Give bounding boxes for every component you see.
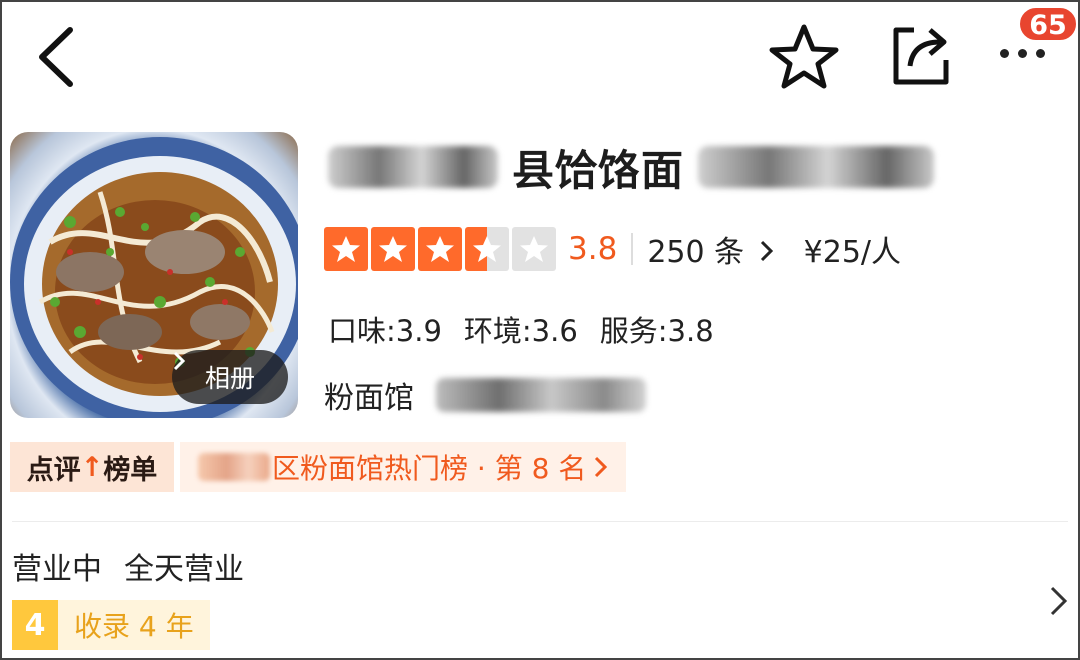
taste-score: 口味:3.9 bbox=[328, 314, 442, 348]
environment-score: 环境:3.6 bbox=[463, 314, 578, 348]
shop-title: 县饸饹面 bbox=[328, 132, 935, 202]
chevron-right-icon bbox=[760, 240, 773, 262]
category-label: 粉面馆 bbox=[324, 381, 414, 416]
favorite-button[interactable] bbox=[768, 22, 840, 90]
star-icon bbox=[324, 227, 368, 271]
more-dots-icon bbox=[1000, 49, 1045, 58]
price-per-person: ¥25/人 bbox=[803, 235, 902, 270]
star-outline-icon bbox=[769, 24, 839, 89]
star-icon bbox=[371, 227, 415, 271]
star-icon bbox=[418, 227, 462, 271]
empty-star-icon bbox=[512, 227, 556, 271]
share-button[interactable] bbox=[888, 22, 954, 88]
ranking-text: 区粉面馆热门榜 · 第 8 名 bbox=[272, 452, 587, 485]
chevron-left-icon bbox=[39, 27, 73, 87]
business-hours[interactable]: 营业中 全天营业 bbox=[12, 544, 244, 588]
chevron-right-icon bbox=[1050, 586, 1068, 616]
hours-details-button[interactable] bbox=[1046, 584, 1072, 618]
ranking-description: 区粉面馆热门榜 · 第 8 名 bbox=[180, 442, 627, 492]
notification-badge: 65 bbox=[1018, 6, 1078, 42]
shop-photo[interactable]: 相册 bbox=[10, 132, 298, 418]
divider bbox=[631, 233, 634, 265]
share-icon bbox=[893, 27, 949, 85]
rating-score: 3.8 bbox=[568, 231, 618, 267]
years-number: 4 bbox=[12, 600, 58, 650]
review-count: 250 条 bbox=[647, 235, 745, 270]
rating-row: 3.8 250 条 ¥25/人 bbox=[324, 226, 901, 272]
open-status: 营业中 bbox=[12, 552, 102, 587]
redacted-location bbox=[436, 378, 646, 412]
ranking-tag-part2: 榜单 bbox=[103, 454, 158, 486]
shop-detail-card: 65 相册 县饸饹面 3.8 250 条 ¥25/人 口味:3.9 环境:3.6… bbox=[0, 0, 1080, 660]
half-star-icon bbox=[465, 227, 509, 271]
section-divider bbox=[12, 521, 1068, 522]
shop-title-text: 县饸饹面 bbox=[512, 145, 685, 195]
reviews-link[interactable]: 250 条 bbox=[647, 227, 775, 271]
service-score: 服务:3.8 bbox=[599, 314, 714, 348]
star-rating bbox=[324, 227, 556, 271]
chevron-right-icon bbox=[595, 456, 608, 478]
years-listed-badge: 4 收录 4 年 bbox=[12, 600, 210, 650]
album-label: 相册 bbox=[204, 364, 255, 393]
redacted-text-block bbox=[698, 146, 935, 188]
sub-scores: 口味:3.9 环境:3.6 服务:3.8 bbox=[328, 308, 714, 350]
category-row: 粉面馆 bbox=[324, 372, 646, 418]
hours-schedule: 全天营业 bbox=[124, 552, 244, 587]
fire-arrow-icon: ↑ bbox=[80, 451, 104, 483]
ranking-tag: 点评 ↑ 榜单 bbox=[10, 442, 174, 492]
album-button[interactable]: 相册 bbox=[172, 350, 288, 404]
chevron-right-icon bbox=[173, 351, 186, 371]
back-button[interactable] bbox=[32, 26, 82, 88]
redacted-text-block bbox=[328, 146, 498, 188]
ranking-tag-part1: 点评 bbox=[26, 454, 81, 486]
ranking-banner[interactable]: 点评 ↑ 榜单 区粉面馆热门榜 · 第 8 名 bbox=[10, 442, 627, 492]
years-text: 收录 4 年 bbox=[74, 610, 194, 643]
redacted-district bbox=[198, 453, 270, 481]
